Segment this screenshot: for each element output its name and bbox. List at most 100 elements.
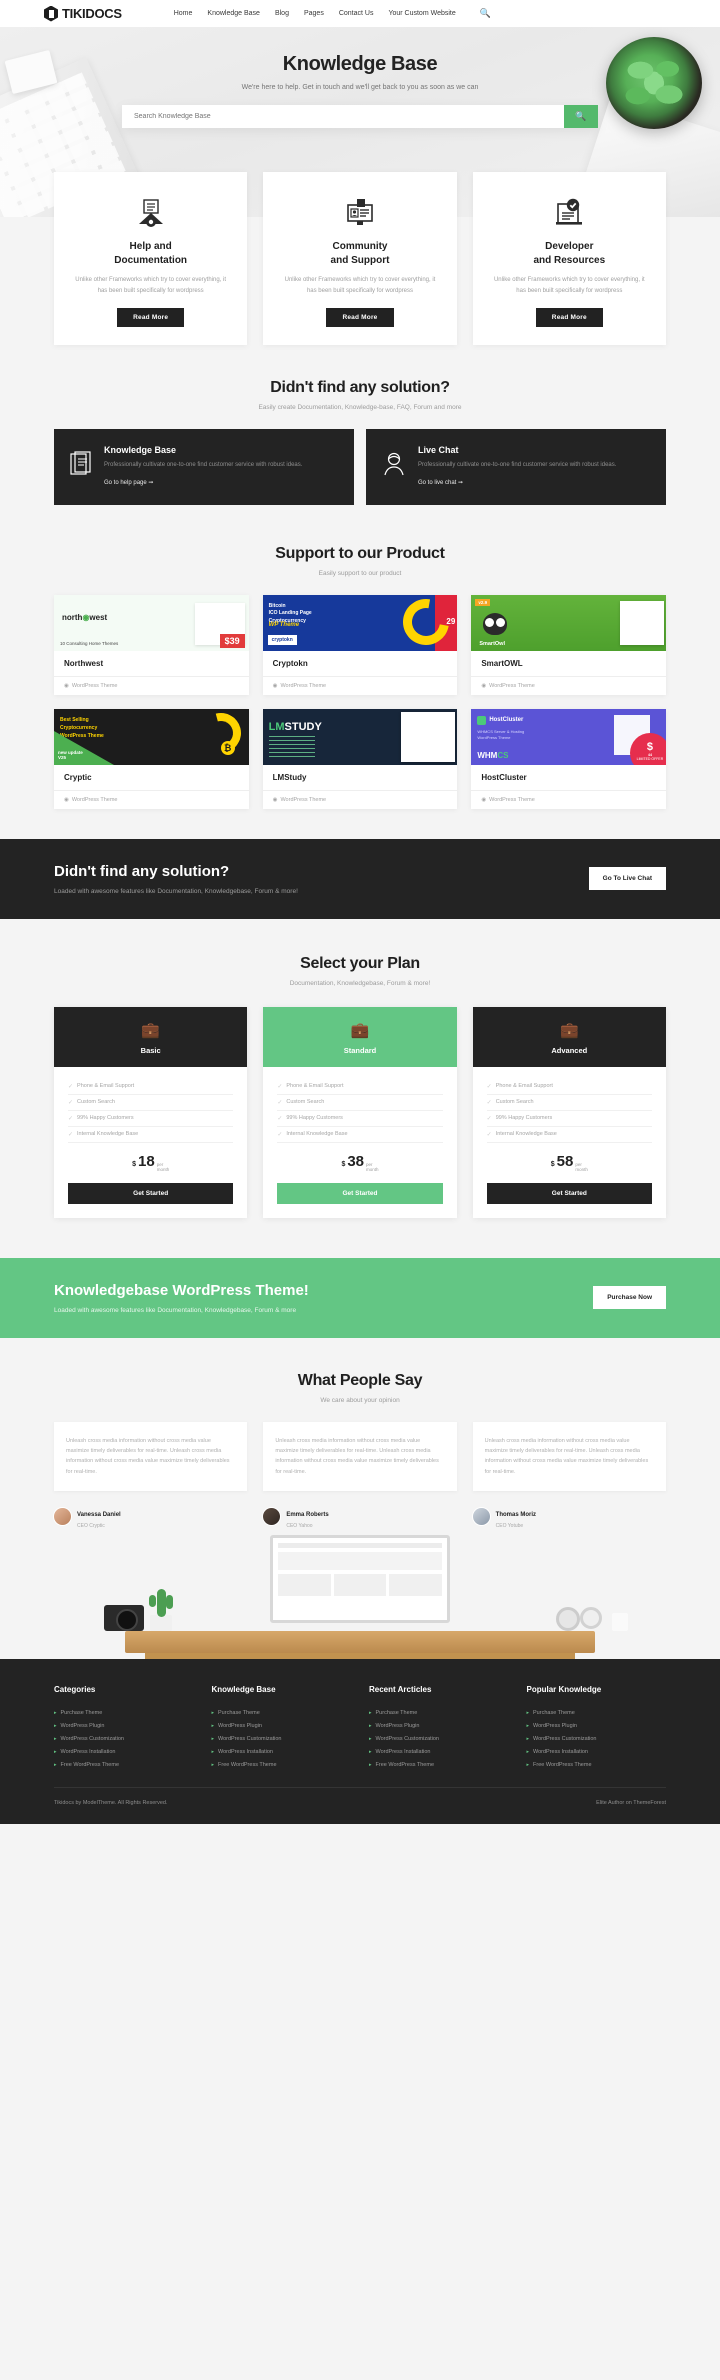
arrow-icon: ▸: [211, 1735, 215, 1742]
product-meta: WordPress Theme: [71, 796, 118, 803]
pricing-plan-basic: 💼 Basic ✓ Phone & Email Support ✓ Custom S…: [54, 1006, 248, 1218]
brand-logo[interactable]: TIKIDOCS: [44, 5, 122, 22]
footer-link[interactable]: ▸ Purchase Theme: [212, 1706, 352, 1719]
footer-link[interactable]: ▸ Purchase Theme: [527, 1706, 667, 1719]
search-submit-button[interactable]: 🔍: [564, 105, 598, 128]
arrow-icon: ▸: [526, 1761, 530, 1768]
footer-link[interactable]: ▸ WordPress Installation: [212, 1745, 352, 1758]
product-thumb-brand: SmartOwl: [479, 640, 505, 647]
testimonial-quote: Unleash cross media information without …: [54, 1421, 248, 1492]
product-name: HostCluster: [481, 772, 527, 782]
product-thumb-version: V25: [58, 755, 67, 761]
footer-link[interactable]: ▸ WordPress Plugin: [527, 1719, 667, 1732]
product-card[interactable]: Best Selling Cryptocurrency WordPress Them…: [54, 708, 249, 809]
author-name: Vanessa Daniel: [77, 1512, 121, 1519]
footer-link[interactable]: ▸ WordPress Customization: [369, 1732, 509, 1745]
footer-link[interactable]: ▸ WordPress Plugin: [212, 1719, 352, 1732]
nav-link-contact-us[interactable]: Contact Us: [339, 10, 374, 17]
check-icon: ✓: [277, 1099, 283, 1106]
search-input[interactable]: [122, 105, 564, 128]
product-meta: WordPress Theme: [280, 796, 327, 803]
cta-green-banner: Knowledgebase WordPress Theme! Loaded wi…: [0, 1257, 720, 1338]
avatar: [472, 1507, 490, 1525]
footer-heading: Knowledge Base: [211, 1685, 276, 1695]
solution-title: Didn't find any solution?: [270, 379, 450, 396]
plan-price: $58 per month: [550, 1152, 588, 1173]
footer-link[interactable]: ▸ WordPress Customization: [212, 1732, 352, 1745]
solution-section: Didn't find any solution? Easily create …: [0, 345, 720, 505]
read-more-button[interactable]: Read More: [535, 308, 603, 327]
footer-link[interactable]: ▸ Free WordPress Theme: [369, 1758, 509, 1771]
monitor-contact-icon: [279, 192, 440, 232]
footer-link[interactable]: ▸ WordPress Installation: [54, 1745, 194, 1758]
product-name: LMStudy: [272, 772, 307, 782]
product-card[interactable]: v2.9 SmartOwl SmartOWL ◉ WordPress Theme: [471, 594, 666, 695]
site-footer: Categories ▸ Purchase Theme ▸ WordPress Pl…: [0, 1659, 720, 1825]
products-section: Support to our Product Easily support to…: [0, 505, 720, 839]
nav-link-pages[interactable]: Pages: [304, 10, 324, 17]
product-card[interactable]: LMSTUDY LMStudy ◉ WordPress Theme: [262, 708, 458, 809]
footer-link[interactable]: ▸ Free WordPress Theme: [54, 1758, 194, 1771]
plan-feature: ✓ 99% Happy Customers: [486, 1111, 652, 1127]
pricing-plan-standard: 💼 Standard ✓ Phone & Email Support ✓ Custo…: [263, 1006, 457, 1218]
footer-link[interactable]: ▸ WordPress Customization: [54, 1732, 194, 1745]
solution-card-desc: Professionally cultivate one-to-one find…: [418, 462, 617, 468]
nav-link-knowledge-base[interactable]: Knowledge Base: [207, 10, 260, 17]
arrow-icon: ▸: [369, 1709, 372, 1716]
footer-link[interactable]: ▸ Purchase Theme: [54, 1706, 194, 1719]
footer-link[interactable]: ▸ WordPress Installation: [369, 1745, 509, 1758]
wordpress-icon: ◉: [64, 796, 69, 803]
search-icon[interactable]: 🔍: [480, 8, 491, 19]
solution-card-link[interactable]: Go to live chat ➞: [418, 479, 463, 486]
solution-card-knowledge-base[interactable]: Knowledge Base Professionally cultivate …: [54, 429, 354, 505]
get-started-button[interactable]: Get Started: [486, 1182, 652, 1204]
nav-link-your-custom-website[interactable]: Your Custom Website: [388, 10, 455, 17]
solution-subtitle: Easily create Documentation, Knowledge-b…: [258, 404, 462, 411]
footer-column-knowledge-base: Knowledge Base ▸ Purchase Theme ▸ WordPres…: [212, 1685, 352, 1771]
plan-feature: ✓ Internal Knowledge Base: [277, 1127, 443, 1143]
feature-title-line2: and Support: [330, 254, 390, 266]
arrow-icon: ▸: [211, 1709, 215, 1716]
read-more-button[interactable]: Read More: [326, 308, 394, 327]
product-card[interactable]: HostCluster WHMCS Server & Hosting WordPr…: [471, 708, 666, 809]
footer-link[interactable]: ▸ WordPress Plugin: [54, 1719, 194, 1732]
desk-photo: [0, 1529, 720, 1660]
product-card[interactable]: Bitcoin ICO Landing Page Cryptocurrency WP…: [262, 594, 458, 695]
footer-link[interactable]: ▸ Free WordPress Theme: [527, 1758, 667, 1771]
product-meta: WordPress Theme: [280, 682, 327, 689]
logo-mark-icon: [44, 5, 58, 22]
cup-decoration: [612, 1613, 628, 1632]
testimonial-author: Thomas Moriz CEO Yotube: [472, 1503, 666, 1529]
solution-card-title: Live Chat: [418, 445, 459, 455]
product-name: Cryptokn: [272, 658, 308, 668]
product-card[interactable]: north◉west 10 Consulting Home Themes $39…: [54, 594, 249, 695]
plan-header: 💼 Standard: [263, 1006, 457, 1067]
footer-link[interactable]: ▸ Purchase Theme: [369, 1706, 509, 1719]
arrow-icon: ▸: [369, 1722, 372, 1729]
footer-link[interactable]: ▸ Free WordPress Theme: [212, 1758, 352, 1771]
wordpress-icon: ◉: [272, 682, 278, 689]
top-navigation: TIKIDOCS Home Knowledge Base Blog Pages …: [0, 0, 720, 27]
footer-link[interactable]: ▸ WordPress Installation: [527, 1745, 667, 1758]
nav-link-blog[interactable]: Blog: [275, 10, 289, 17]
solution-card-title: Knowledge Base: [104, 445, 177, 455]
get-started-button[interactable]: Get Started: [68, 1182, 234, 1204]
arrow-icon: ▸: [211, 1722, 215, 1729]
nav-link-home[interactable]: Home: [174, 10, 193, 17]
product-thumb-version: v2.9: [475, 598, 491, 606]
product-thumb-price: 29: [446, 616, 456, 626]
read-more-button[interactable]: Read More: [117, 308, 185, 327]
solution-card-live-chat[interactable]: Live Chat Professionally cultivate one-t…: [366, 429, 666, 505]
purchase-now-button[interactable]: Purchase Now: [593, 1286, 666, 1310]
get-started-button[interactable]: Get Started: [277, 1182, 443, 1204]
product-thumbnail: LMSTUDY: [262, 708, 458, 765]
feature-title-line2: and Resources: [533, 254, 606, 266]
arrow-icon: ▸: [54, 1735, 57, 1742]
solution-card-link[interactable]: Go to help page ➞: [104, 479, 153, 486]
footer-link[interactable]: ▸ WordPress Customization: [527, 1732, 667, 1745]
avatar: [263, 1507, 281, 1525]
go-to-live-chat-button[interactable]: Go To Live Chat: [588, 867, 666, 891]
cta-dark-banner: Didn't find any solution? Loaded with aw…: [0, 838, 720, 919]
footer-link[interactable]: ▸ WordPress Plugin: [369, 1719, 509, 1732]
footer-column-categories: Categories ▸ Purchase Theme ▸ WordPress Pl…: [54, 1685, 194, 1771]
